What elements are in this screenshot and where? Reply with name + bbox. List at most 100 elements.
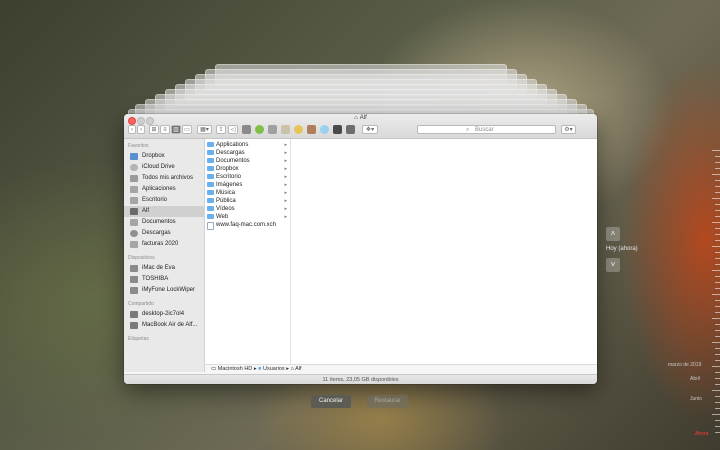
sidebar-item-alf[interactable]: Alf: [124, 206, 204, 217]
timeline-tick[interactable]: [715, 168, 720, 169]
timeline-tick[interactable]: [715, 300, 720, 301]
timeline-tick[interactable]: [715, 234, 720, 235]
sidebar-item-icloud-drive[interactable]: iCloud Drive: [124, 162, 204, 173]
timeline-tick[interactable]: [712, 414, 720, 415]
timeline-tick[interactable]: [715, 276, 720, 277]
chevron-down-icon[interactable]: ˅: [606, 258, 620, 272]
timeline-tick[interactable]: [712, 294, 720, 295]
timeline-tick[interactable]: [715, 426, 720, 427]
timeline-tick[interactable]: [715, 258, 720, 259]
list-item[interactable]: Applications ▸: [205, 141, 290, 149]
timeline-tick[interactable]: [712, 318, 720, 319]
back-button[interactable]: ‹: [128, 125, 136, 134]
timeline-tick[interactable]: [715, 354, 720, 355]
timeline-tick[interactable]: [715, 162, 720, 163]
sidebar-item-all-files[interactable]: Todos mis archivos: [124, 173, 204, 184]
timeline-tick[interactable]: [715, 420, 720, 421]
list-item[interactable]: Imágenes ▸: [205, 181, 290, 189]
app-shortcut-icon[interactable]: [281, 125, 290, 134]
cancel-button[interactable]: Cancelar: [311, 395, 351, 408]
gallery-view-button[interactable]: ▭: [182, 125, 192, 134]
app-shortcut-icon[interactable]: [307, 125, 316, 134]
timeline-tick[interactable]: [712, 390, 720, 391]
timeline-tick[interactable]: [715, 252, 720, 253]
app-shortcut-icon[interactable]: [320, 125, 329, 134]
timeline-tick[interactable]: [715, 396, 720, 397]
sidebar-item-macbook-air[interactable]: MacBook Air de Alf...: [124, 320, 204, 331]
timeline-tick[interactable]: [715, 384, 720, 385]
list-item[interactable]: Escritorio ▸: [205, 173, 290, 181]
restore-button[interactable]: Restaurar: [367, 395, 408, 408]
path-segment-users[interactable]: Usuarios: [263, 366, 285, 372]
app-shortcut-icon[interactable]: [333, 125, 342, 134]
timeline-tick[interactable]: [715, 432, 720, 433]
sidebar-item-toshiba[interactable]: TOSHIBA: [124, 274, 204, 285]
timeline-tick[interactable]: [715, 192, 720, 193]
dropbox-menu-button[interactable]: ❖▾: [362, 125, 378, 134]
timeline-tick[interactable]: [715, 240, 720, 241]
timeline-tick[interactable]: [715, 408, 720, 409]
timeline-tick[interactable]: [712, 222, 720, 223]
timeline-ticks[interactable]: [706, 150, 720, 450]
timeline-tick[interactable]: [715, 348, 720, 349]
sidebar-item-invoices-folder[interactable]: facturas 2020: [124, 239, 204, 250]
app-shortcut-icon[interactable]: [255, 125, 264, 134]
app-shortcut-icon[interactable]: [346, 125, 355, 134]
timeline-tick[interactable]: [715, 204, 720, 205]
tags-button[interactable]: ◁: [228, 125, 238, 134]
timeline-tick[interactable]: [715, 378, 720, 379]
list-view-button[interactable]: ≡: [160, 125, 170, 134]
timeline-tick[interactable]: [715, 402, 720, 403]
timeline-tick[interactable]: [715, 210, 720, 211]
sidebar-item-downloads[interactable]: Descargas: [124, 228, 204, 239]
timeline-tick[interactable]: [715, 306, 720, 307]
timeline-tick[interactable]: [715, 180, 720, 181]
sidebar-item-applications[interactable]: Aplicaciones: [124, 184, 204, 195]
sidebar-item-desktop-share[interactable]: desktop-2ic7ol4: [124, 309, 204, 320]
path-segment-alf[interactable]: Alf: [295, 366, 301, 372]
timeline-tick[interactable]: [715, 360, 720, 361]
timeline-label[interactable]: Junio: [690, 396, 702, 402]
sidebar-item-desktop[interactable]: Escritorio: [124, 195, 204, 206]
icon-view-button[interactable]: ⊞: [149, 125, 159, 134]
timeline-tick[interactable]: [715, 264, 720, 265]
timeline-tick[interactable]: [715, 312, 720, 313]
timeline-tick[interactable]: [715, 324, 720, 325]
list-item[interactable]: Música ▸: [205, 189, 290, 197]
timeline-tick[interactable]: [712, 246, 720, 247]
timeline-tick[interactable]: [715, 186, 720, 187]
forward-button[interactable]: ›: [137, 125, 145, 134]
timeline-label[interactable]: Abril: [690, 376, 700, 382]
list-item[interactable]: Documentos ▸: [205, 157, 290, 165]
timeline-tick[interactable]: [712, 174, 720, 175]
arrange-button[interactable]: ▦▾: [197, 125, 212, 134]
list-item[interactable]: Web ▸: [205, 213, 290, 221]
timeline-tick[interactable]: [712, 342, 720, 343]
list-item[interactable]: www.faq-mac.com.xch: [205, 221, 290, 230]
timeline-tick[interactable]: [712, 270, 720, 271]
path-segment-disk[interactable]: Macintosh HD: [218, 366, 253, 372]
timeline-label[interactable]: marzo de 2019: [668, 362, 701, 368]
list-item[interactable]: Vídeos ▸: [205, 205, 290, 213]
sidebar-item-dropbox[interactable]: Dropbox: [124, 151, 204, 162]
sidebar-item-imac[interactable]: iMac de Eva: [124, 263, 204, 274]
list-item[interactable]: Descargas ▸: [205, 149, 290, 157]
timeline-tick[interactable]: [715, 330, 720, 331]
timeline-tick[interactable]: [715, 336, 720, 337]
timeline-tick[interactable]: [715, 156, 720, 157]
timeline-tick[interactable]: [712, 366, 720, 367]
search-field[interactable]: ⌕ Buscar: [417, 125, 556, 134]
app-shortcut-icon[interactable]: [242, 125, 251, 134]
list-item[interactable]: Dropbox ▸: [205, 165, 290, 173]
app-shortcut-icon[interactable]: [268, 125, 277, 134]
share-button[interactable]: ⇪: [216, 125, 226, 134]
timeline-tick[interactable]: [715, 282, 720, 283]
timeline-tick[interactable]: [712, 150, 720, 151]
chevron-up-icon[interactable]: ˄: [606, 227, 620, 241]
timeline-tick[interactable]: [715, 228, 720, 229]
timeline-tick[interactable]: [712, 198, 720, 199]
settings-gear-button[interactable]: ⚙▾: [561, 125, 576, 134]
sidebar-item-documents[interactable]: Documentos: [124, 217, 204, 228]
sidebar-item-lockwiper[interactable]: iMyFone LockWiper: [124, 285, 204, 296]
timeline-tick[interactable]: [715, 288, 720, 289]
